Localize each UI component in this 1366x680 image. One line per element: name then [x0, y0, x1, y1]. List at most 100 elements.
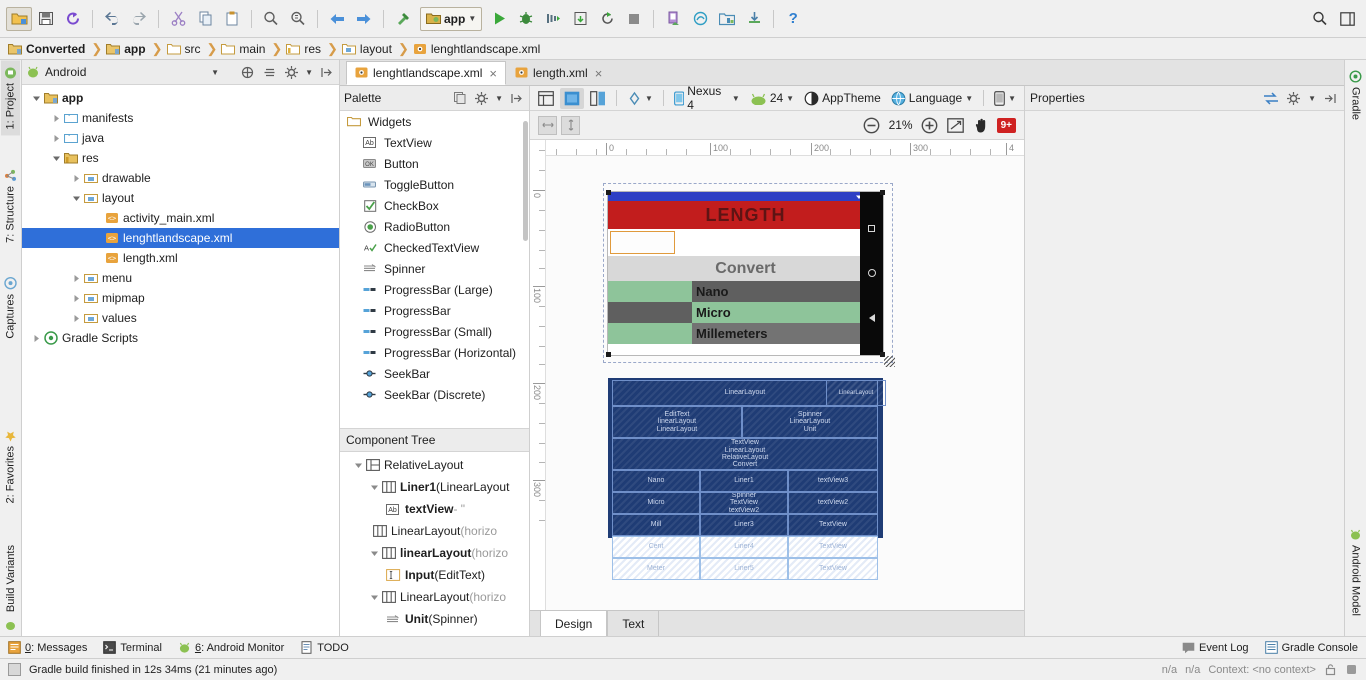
- api-selector[interactable]: 24 ▼: [746, 88, 798, 109]
- hide-panel-icon[interactable]: [508, 90, 525, 107]
- blueprint-cell[interactable]: Cent: [612, 536, 700, 558]
- blueprint-cell[interactable]: LinearLayout: [826, 380, 886, 406]
- tree-item-java[interactable]: java: [22, 128, 339, 148]
- settings-chevron-icon[interactable]: ▼: [305, 68, 313, 77]
- blueprint-cell[interactable]: TextView: [788, 536, 878, 558]
- tree-item-values[interactable]: values: [22, 308, 339, 328]
- component-tree[interactable]: RelativeLayout Liner1 (LinearLayout Ab t…: [340, 452, 529, 636]
- sync-icon[interactable]: [60, 7, 86, 31]
- tree-item-manifests[interactable]: manifests: [22, 108, 339, 128]
- chevron-right-icon[interactable]: [50, 132, 63, 145]
- breadcrumb-item-src[interactable]: src: [166, 42, 203, 56]
- blueprint-cell[interactable]: Liner5: [700, 558, 788, 580]
- blueprint-cell[interactable]: Liner3: [700, 514, 788, 536]
- selection-handle-tl[interactable]: [606, 190, 611, 195]
- replace-icon[interactable]: [285, 7, 311, 31]
- tool-button-messages[interactable]: 0: Messages: [8, 641, 87, 654]
- paste-icon[interactable]: [219, 7, 245, 31]
- palette-item-seekbar[interactable]: SeekBar: [340, 363, 529, 384]
- resize-handle-icon[interactable]: [884, 356, 895, 367]
- sidebar-item-gradle[interactable]: Gradle: [1346, 64, 1365, 126]
- theme-selector[interactable]: AppTheme: [800, 88, 885, 109]
- variant-selector[interactable]: ▼: [990, 88, 1020, 109]
- ctree-item-linearlayout-1[interactable]: LinearLayout (horizo: [340, 520, 529, 542]
- sidebar-item-project[interactable]: 1: Project: [1, 60, 20, 136]
- tree-item-gradle-scripts[interactable]: Gradle Scripts: [22, 328, 339, 348]
- sdk-manager-icon[interactable]: [687, 7, 713, 31]
- help-icon[interactable]: ?: [780, 7, 806, 31]
- chevron-down-icon[interactable]: ▼: [732, 94, 740, 103]
- lock-icon[interactable]: [1324, 663, 1337, 676]
- tree-item-activity-main-xml[interactable]: <> activity_main.xml: [22, 208, 339, 228]
- forward-icon[interactable]: [351, 7, 377, 31]
- blueprint-cell[interactable]: Mill: [612, 514, 700, 536]
- both-modes-icon[interactable]: [586, 88, 610, 109]
- tree-item-drawable[interactable]: drawable: [22, 168, 339, 188]
- palette-group-widgets[interactable]: Widgets: [340, 111, 529, 132]
- design-mode-icon[interactable]: [534, 88, 558, 109]
- chevron-down-icon[interactable]: [368, 481, 381, 494]
- sidebar-item-captures[interactable]: Captures: [1, 271, 20, 345]
- tool-button-gradle-console[interactable]: Gradle Console: [1264, 641, 1358, 654]
- chevron-right-icon[interactable]: [70, 272, 83, 285]
- redo-icon[interactable]: [126, 7, 152, 31]
- close-icon[interactable]: ×: [595, 66, 603, 81]
- palette-item-checkedtextview[interactable]: A CheckedTextView: [340, 237, 529, 258]
- breadcrumb-item-converted[interactable]: Converted: [8, 42, 87, 56]
- chevron-right-icon[interactable]: [50, 112, 63, 125]
- blueprint-cell[interactable]: Micro: [612, 492, 700, 514]
- palette-item-togglebutton[interactable]: ToggleButton: [340, 174, 529, 195]
- tree-item-menu[interactable]: menu: [22, 268, 339, 288]
- tab-design[interactable]: Design: [540, 611, 608, 636]
- blueprint-cell[interactable]: Liner4: [700, 536, 788, 558]
- zoom-in-button[interactable]: [919, 114, 941, 136]
- rerun-icon[interactable]: [594, 7, 620, 31]
- blueprint-cell[interactable]: textView3: [788, 470, 878, 492]
- vertical-constraint-icon[interactable]: [561, 115, 580, 135]
- device-convert-button[interactable]: Convert: [608, 256, 883, 281]
- chevron-down-icon[interactable]: ▼: [645, 94, 653, 103]
- design-canvas[interactable]: 0 100 200 300 4 0 100 200 300 LENGTH Con…: [530, 140, 1024, 610]
- selection-handle-bl[interactable]: [606, 352, 611, 357]
- palette-item-spinner[interactable]: Spinner: [340, 258, 529, 279]
- blueprint-cell[interactable]: TextView LinearLayout RelativeLayout Con…: [612, 438, 878, 470]
- palette-item-checkbox[interactable]: CheckBox: [340, 195, 529, 216]
- language-selector[interactable]: Language ▼: [887, 88, 977, 109]
- chevron-down-icon[interactable]: ▼: [965, 94, 973, 103]
- device-preview[interactable]: 6:00 LENGTH: [608, 192, 883, 355]
- ctree-item-relativelayout[interactable]: RelativeLayout: [340, 454, 529, 476]
- run-icon[interactable]: [486, 7, 512, 31]
- find-icon[interactable]: [258, 7, 284, 31]
- tree-item-mipmap[interactable]: mipmap: [22, 288, 339, 308]
- chevron-right-icon[interactable]: [70, 292, 83, 305]
- expand-all-icon[interactable]: [239, 64, 256, 81]
- palette-item-textview[interactable]: Ab TextView: [340, 132, 529, 153]
- avd-manager-icon[interactable]: [660, 7, 686, 31]
- editor-tab-lenghtlandscape[interactable]: lenghtlandscape.xml ×: [346, 61, 506, 85]
- tool-button-todo[interactable]: TODO: [300, 641, 349, 654]
- hide-panel-icon[interactable]: [318, 64, 335, 81]
- blueprint-cell[interactable]: Liner1: [700, 470, 788, 492]
- sidebar-item-structure[interactable]: 7: Structure: [1, 163, 20, 249]
- run-with-coverage-icon[interactable]: [540, 7, 566, 31]
- stop-icon[interactable]: [621, 7, 647, 31]
- canvas-content[interactable]: 6:00 LENGTH: [546, 156, 1024, 610]
- ctree-item-textview[interactable]: Ab textView - ": [340, 498, 529, 520]
- chevron-right-icon[interactable]: [30, 332, 43, 345]
- chevron-down-icon[interactable]: ▼: [468, 14, 476, 23]
- editor-tab-length[interactable]: length.xml ×: [506, 61, 611, 85]
- orientation-selector[interactable]: ▼: [623, 88, 657, 109]
- tree-item-length-xml[interactable]: <> length.xml: [22, 248, 339, 268]
- debug-icon[interactable]: [513, 7, 539, 31]
- palette-item-progressbar[interactable]: ProgressBar: [340, 300, 529, 321]
- settings-gear-icon[interactable]: [473, 90, 490, 107]
- back-icon[interactable]: [324, 7, 350, 31]
- sidebar-item-android-model[interactable]: Android Model: [1346, 522, 1365, 622]
- tree-item-layout[interactable]: layout: [22, 188, 339, 208]
- device-edittext[interactable]: [610, 231, 675, 254]
- palette-item-seekbar-discrete[interactable]: SeekBar (Discrete): [340, 384, 529, 405]
- project-structure-icon[interactable]: [714, 7, 740, 31]
- settings-gear-icon[interactable]: [1285, 90, 1302, 107]
- zoom-out-button[interactable]: [861, 114, 883, 136]
- palette-item-button[interactable]: OK Button: [340, 153, 529, 174]
